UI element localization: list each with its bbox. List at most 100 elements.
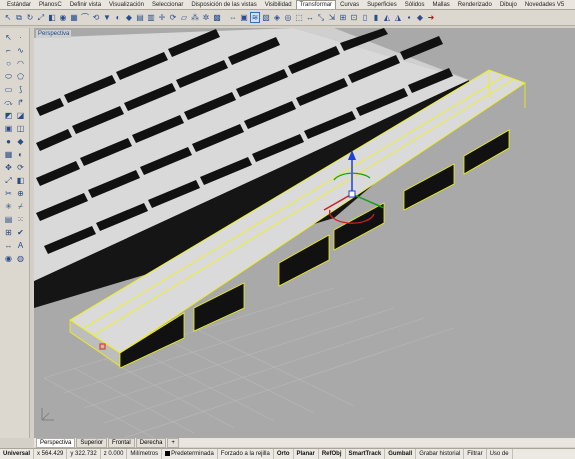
boolean-icon[interactable]: ◐ (15, 149, 26, 160)
fillet-icon[interactable]: ↱ (15, 97, 26, 108)
material-icon[interactable]: ◍ (15, 253, 26, 264)
add-viewport-tab-button[interactable]: + (167, 437, 179, 448)
scale-tool-icon[interactable]: ⤢ (3, 175, 14, 186)
stretch-icon[interactable]: ⇔ (228, 12, 238, 23)
align-icon[interactable]: ▤ (135, 12, 145, 23)
select-arrow-icon[interactable]: ↖ (3, 32, 14, 43)
tab-mallas[interactable]: Mallas (428, 0, 453, 9)
move-icon[interactable]: ↖ (3, 12, 13, 23)
cylinder-icon[interactable]: ◫ (15, 123, 26, 134)
maelstrom-icon[interactable]: ◎ (283, 12, 293, 23)
orto-toggle[interactable]: Orto (274, 449, 294, 459)
tab-transformar[interactable]: Transformar (295, 0, 337, 9)
scale2d-icon[interactable]: ⤡ (316, 12, 326, 23)
orient-surface-icon[interactable]: ⊞ (338, 12, 348, 23)
rotate-icon[interactable]: ↻ (25, 12, 35, 23)
setpt-icon[interactable]: ✛ (157, 12, 167, 23)
array-tool-icon[interactable]: ⁙ (15, 214, 26, 225)
freeform-icon[interactable]: ⟆ (15, 84, 26, 95)
extra-a-icon[interactable]: ▪ (404, 12, 414, 23)
curve-icon[interactable]: ∿ (15, 45, 26, 56)
mirror-icon[interactable]: ◧ (47, 12, 57, 23)
array-surface-icon[interactable]: ▩ (212, 12, 222, 23)
mesh-icon[interactable]: ▦ (3, 149, 14, 160)
bend-icon[interactable]: ⌒ (80, 12, 90, 23)
check-icon[interactable]: ✔ (15, 227, 26, 238)
extra-b-icon[interactable]: ◆ (415, 12, 425, 23)
remap-icon[interactable]: ⊡ (349, 12, 359, 23)
scale1d-icon[interactable]: ↔ (305, 12, 315, 23)
polyline-icon[interactable]: ⌐ (3, 45, 14, 56)
sphere-icon[interactable]: ● (3, 136, 14, 147)
highlighted-tool-icon[interactable]: ≋ (250, 12, 260, 23)
tab-planosc[interactable]: PlanosC (35, 0, 66, 9)
cage-icon[interactable]: ▣ (239, 12, 249, 23)
smarttrack-toggle[interactable]: SmartTrack (346, 449, 386, 459)
smash-surface-icon[interactable]: ◮ (393, 12, 403, 23)
flow-surface-icon[interactable]: ▧ (261, 12, 271, 23)
layer-status[interactable]: Predeterminada (162, 449, 218, 459)
scalens-icon[interactable]: ⇲ (327, 12, 337, 23)
array-polar-icon[interactable]: ✲ (201, 12, 211, 23)
perspective-viewport[interactable]: Perspectiva (34, 28, 575, 438)
splop-icon[interactable]: ◈ (272, 12, 282, 23)
move-tool-icon[interactable]: ✥ (3, 162, 14, 173)
split-icon[interactable]: ✂ (3, 188, 14, 199)
render-icon[interactable]: ◉ (3, 253, 14, 264)
mirror-tool-icon[interactable]: ◧ (15, 175, 26, 186)
ellipse-icon[interactable]: ⬭ (3, 71, 14, 82)
units-status[interactable]: Milímetros (127, 449, 163, 459)
trim-icon[interactable]: ⌿ (15, 201, 26, 212)
shear-icon[interactable]: ▱ (179, 12, 189, 23)
surface-icon[interactable]: ◩ (3, 110, 14, 121)
tab-renderizado[interactable]: Renderizado (454, 0, 496, 9)
flow-icon[interactable]: ◐ (113, 12, 123, 23)
viewport-tab-frontal[interactable]: Frontal (108, 437, 135, 448)
tab-disposicion-vistas[interactable]: Disposición de las vistas (187, 0, 260, 9)
tab-visibilidad[interactable]: Visibilidad (261, 0, 296, 9)
arrange-icon[interactable]: ▯ (360, 12, 370, 23)
taper-icon[interactable]: ▼ (102, 12, 112, 23)
rectangle-icon[interactable]: ▭ (3, 84, 14, 95)
tab-dibujo[interactable]: Dibujo (496, 0, 521, 9)
gumball-toggle[interactable]: Gumball (385, 449, 417, 459)
viewport-label[interactable]: Perspectiva (36, 30, 72, 38)
point-icon[interactable]: · (15, 32, 26, 43)
rotate-tool-icon[interactable]: ⟳ (15, 162, 26, 173)
refobj-toggle[interactable]: RefObj (319, 449, 346, 459)
project-icon[interactable]: ▥ (146, 12, 156, 23)
circle-icon[interactable]: ○ (3, 58, 14, 69)
tab-estandar[interactable]: Estándar (3, 0, 35, 9)
array-curve-icon[interactable]: ⁂ (190, 12, 200, 23)
grid-icon[interactable]: ⊞ (3, 227, 14, 238)
offset-icon[interactable]: ⤼ (3, 97, 14, 108)
viewport-tab-derecha[interactable]: Derecha (135, 437, 167, 448)
planar-toggle[interactable]: Planar (294, 449, 319, 459)
snap-toggle[interactable]: Forzado a la rejilla (218, 449, 274, 459)
box-icon[interactable]: ▣ (3, 123, 14, 134)
tab-novedades-v5[interactable]: Novedades V5 (521, 0, 568, 9)
dimension-icon[interactable]: ↔ (3, 240, 14, 251)
sporph-icon[interactable]: ⬚ (294, 12, 304, 23)
tab-superficies[interactable]: Superficies (363, 0, 401, 9)
viewport-tab-perspectiva[interactable]: Perspectiva (36, 437, 76, 448)
text-icon[interactable]: A (15, 240, 26, 251)
explode-icon[interactable]: ✳ (3, 201, 14, 212)
loft-icon[interactable]: ◪ (15, 110, 26, 121)
polygon-icon[interactable]: ⬠ (15, 71, 26, 82)
orient-icon[interactable]: ◉ (58, 12, 68, 23)
smash-icon[interactable]: ◆ (124, 12, 134, 23)
tab-curvas[interactable]: Curvas (336, 0, 363, 9)
viewport-tab-superior[interactable]: Superior (76, 437, 108, 448)
array-icon[interactable]: ▦ (69, 12, 79, 23)
unroll-icon[interactable]: ▮ (371, 12, 381, 23)
tab-seleccionar[interactable]: Seleccionar (148, 0, 187, 9)
group-icon[interactable]: ▤ (3, 214, 14, 225)
history-toggle[interactable]: Grabar historial (416, 449, 465, 459)
twist-icon[interactable]: ⟲ (91, 12, 101, 23)
tab-definir-vista[interactable]: Definir vista (66, 0, 105, 9)
rotate3d-icon[interactable]: ⟳ (168, 12, 178, 23)
squish-icon[interactable]: ◭ (382, 12, 392, 23)
solid-edit-icon[interactable]: ◆ (15, 136, 26, 147)
arc-icon[interactable]: ◠ (15, 58, 26, 69)
